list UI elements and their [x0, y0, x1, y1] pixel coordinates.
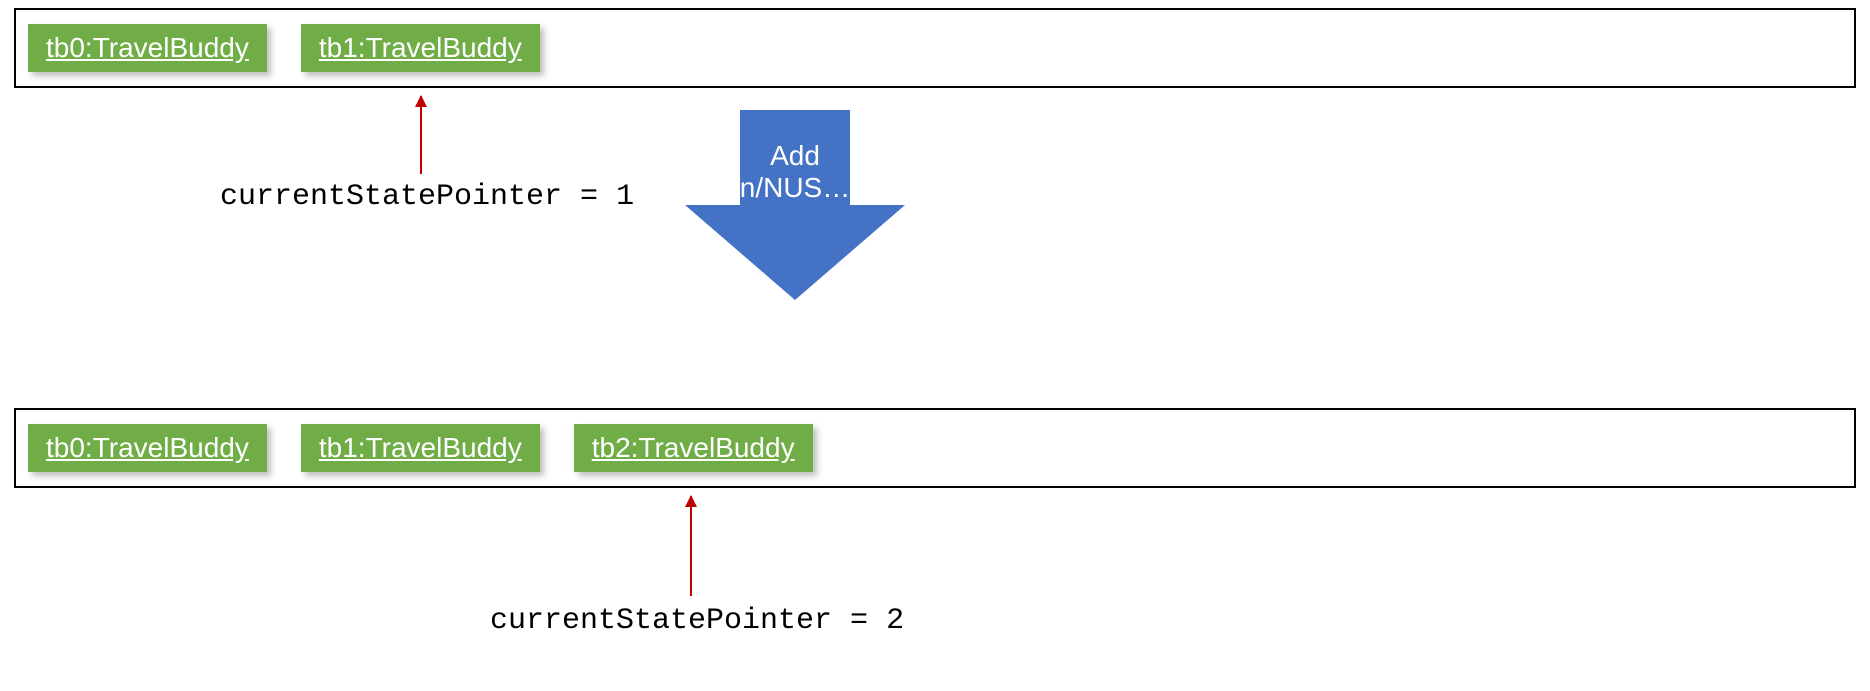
state-box: tb0:TravelBuddy [28, 424, 267, 472]
transition-arrow-text-line2: n/NUS… [685, 172, 905, 204]
transition-arrow: Add n/NUS… [685, 110, 905, 300]
pointer-label-bottom: currentStatePointer = 2 [490, 604, 904, 638]
pointer-arrow-bottom [690, 496, 692, 596]
pointer-label-top: currentStatePointer = 1 [220, 180, 634, 214]
state-box: tb2:TravelBuddy [574, 424, 813, 472]
state-list-before: tb0:TravelBuddy tb1:TravelBuddy [14, 8, 1856, 88]
state-box: tb1:TravelBuddy [301, 424, 540, 472]
transition-arrow-text-line1: Add [685, 140, 905, 172]
pointer-arrow-top [420, 96, 422, 174]
state-box: tb0:TravelBuddy [28, 24, 267, 72]
state-list-after: tb0:TravelBuddy tb1:TravelBuddy tb2:Trav… [14, 408, 1856, 488]
state-box: tb1:TravelBuddy [301, 24, 540, 72]
